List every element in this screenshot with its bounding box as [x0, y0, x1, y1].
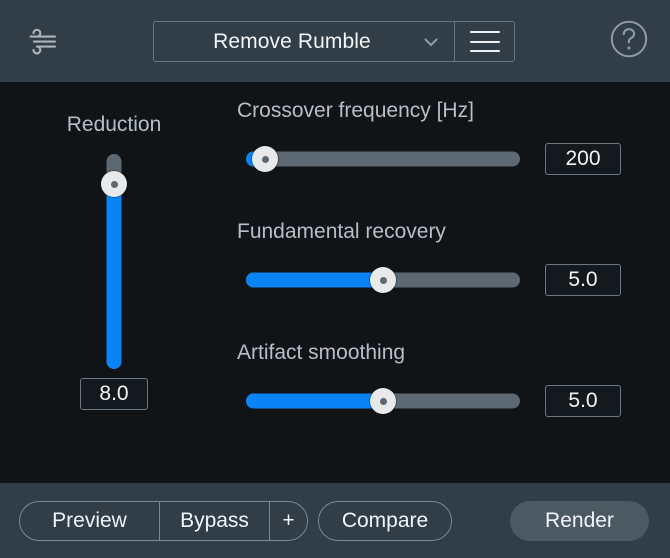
artifact-smoothing-slider-thumb[interactable] — [370, 388, 396, 414]
compare-button[interactable]: Compare — [318, 501, 452, 541]
transport-button-group: Preview Bypass + — [19, 501, 308, 541]
plugin-window: Remove Rumble Reduction 8.0 Crossover fr… — [0, 0, 670, 558]
crossover-frequency-value-text: 200 — [565, 147, 601, 170]
hamburger-menu-button[interactable] — [454, 22, 514, 61]
render-button[interactable]: Render — [510, 501, 649, 541]
fundamental-recovery-slider[interactable] — [246, 267, 520, 293]
preset-control-group: Remove Rumble — [153, 21, 515, 62]
parameter-row-crossover-frequency: Crossover frequency [Hz] 200 — [237, 82, 670, 203]
bypass-button[interactable]: Bypass — [159, 502, 269, 540]
parameter-row-artifact-smoothing: Artifact smoothing 5.0 — [237, 324, 670, 445]
fundamental-recovery-label: Fundamental recovery — [237, 220, 446, 243]
artifact-smoothing-slider[interactable] — [246, 388, 520, 414]
crossover-frequency-slider[interactable] — [246, 146, 520, 172]
artifact-smoothing-slider-fill — [246, 393, 383, 409]
wind-noise-icon — [20, 18, 66, 64]
footer-toolbar: Preview Bypass + Compare Render — [0, 483, 670, 558]
fundamental-recovery-value-field[interactable]: 5.0 — [545, 264, 621, 296]
help-button[interactable] — [606, 18, 652, 64]
artifact-smoothing-label: Artifact smoothing — [237, 341, 406, 364]
reduction-value-text: 8.0 — [99, 382, 129, 405]
crossover-frequency-label: Crossover frequency [Hz] — [237, 99, 474, 122]
artifact-smoothing-value-field[interactable]: 5.0 — [545, 385, 621, 417]
crossover-frequency-value-field[interactable]: 200 — [545, 143, 621, 175]
artifact-smoothing-value-text: 5.0 — [568, 389, 598, 412]
preset-dropdown[interactable]: Remove Rumble — [154, 22, 454, 61]
chevron-down-icon — [420, 31, 442, 53]
preview-button[interactable]: Preview — [20, 502, 159, 540]
header-bar: Remove Rumble — [0, 0, 670, 82]
hamburger-menu-icon — [469, 31, 500, 52]
add-button[interactable]: + — [269, 502, 307, 540]
reduction-label: Reduction — [66, 113, 162, 136]
help-circle-icon — [609, 19, 649, 64]
reduction-slider-thumb[interactable] — [101, 171, 127, 198]
reduction-control-group: Reduction 8.0 — [44, 82, 184, 483]
reduction-slider-fill — [106, 184, 122, 369]
parameter-rows: Crossover frequency [Hz] 200 Fundamental… — [237, 82, 670, 445]
reduction-slider[interactable] — [101, 154, 127, 369]
controls-panel: Reduction 8.0 Crossover frequency [Hz] 2… — [0, 82, 670, 483]
parameter-row-fundamental-recovery: Fundamental recovery 5.0 — [237, 203, 670, 324]
reduction-value-field[interactable]: 8.0 — [80, 378, 148, 410]
fundamental-recovery-value-text: 5.0 — [568, 268, 598, 291]
preset-name-label: Remove Rumble — [213, 29, 371, 53]
crossover-frequency-slider-track[interactable] — [246, 151, 520, 167]
fundamental-recovery-slider-thumb[interactable] — [370, 267, 396, 293]
crossover-frequency-slider-thumb[interactable] — [252, 146, 279, 172]
fundamental-recovery-slider-fill — [246, 272, 383, 288]
